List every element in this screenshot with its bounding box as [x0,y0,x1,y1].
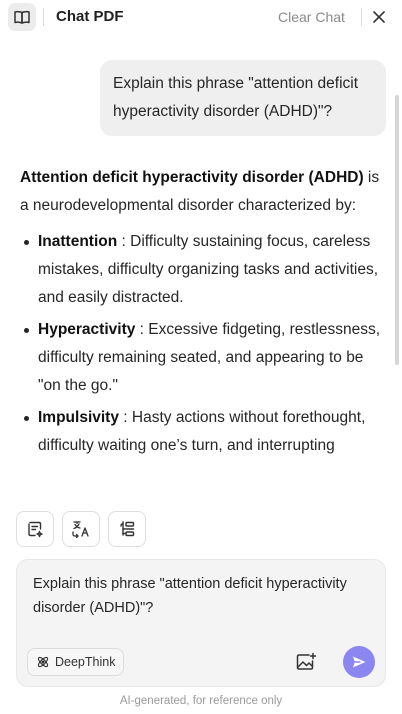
quick-tools [16,511,146,547]
list-item-term: Hyperactivity [38,321,136,338]
message-input[interactable]: Explain this phrase "attention deficit h… [33,572,363,626]
list-item: Hyperactivity : Excessive fidgeting, res… [20,316,384,400]
message-composer: Explain this phrase "attention deficit h… [16,559,386,687]
chat-scrollbar[interactable] [395,95,399,365]
summarize-icon [28,521,43,538]
chat-scroll-area[interactable]: Explain this phrase "attention deficit h… [0,36,402,496]
translate-icon [72,521,89,538]
panel-title: Chat PDF [56,8,124,25]
deepthink-label: DeepThink [55,655,116,669]
send-button[interactable] [343,646,375,678]
send-icon [353,656,366,668]
close-icon [373,11,385,23]
answer-intro-term: Attention deficit hyperactivity disorder… [20,169,364,186]
deepthink-toggle[interactable]: DeepThink [27,648,125,676]
ai-disclaimer: AI-generated, for reference only [119,695,283,707]
header-divider [43,8,44,26]
outline-button[interactable] [108,511,146,547]
assistant-answer: Attention deficit hyperactivity disorder… [20,164,384,464]
summarize-button[interactable] [16,511,54,547]
answer-list: Inattention : Difficulty sustaining focu… [20,228,384,460]
answer-intro: Attention deficit hyperactivity disorder… [20,164,384,220]
image-upload-button[interactable] [293,649,319,675]
clear-chat-button[interactable]: Clear Chat [278,9,345,25]
list-item-term: Impulsivity [38,409,119,426]
list-item-term: Inattention [38,233,118,250]
image-upload-icon [296,652,317,670]
close-button[interactable] [370,8,388,26]
header-divider [361,8,362,26]
header-bar: Chat PDF Clear Chat [0,0,402,36]
list-item: Impulsivity : Hasty actions without fore… [20,404,384,460]
book-open-icon [14,10,30,24]
list-item: Inattention : Difficulty sustaining focu… [20,228,384,312]
translate-button[interactable] [62,511,100,547]
book-toggle-button[interactable] [8,3,36,31]
outline-icon [120,521,135,537]
atom-icon [37,656,49,668]
user-message-bubble: Explain this phrase "attention deficit h… [100,60,386,136]
